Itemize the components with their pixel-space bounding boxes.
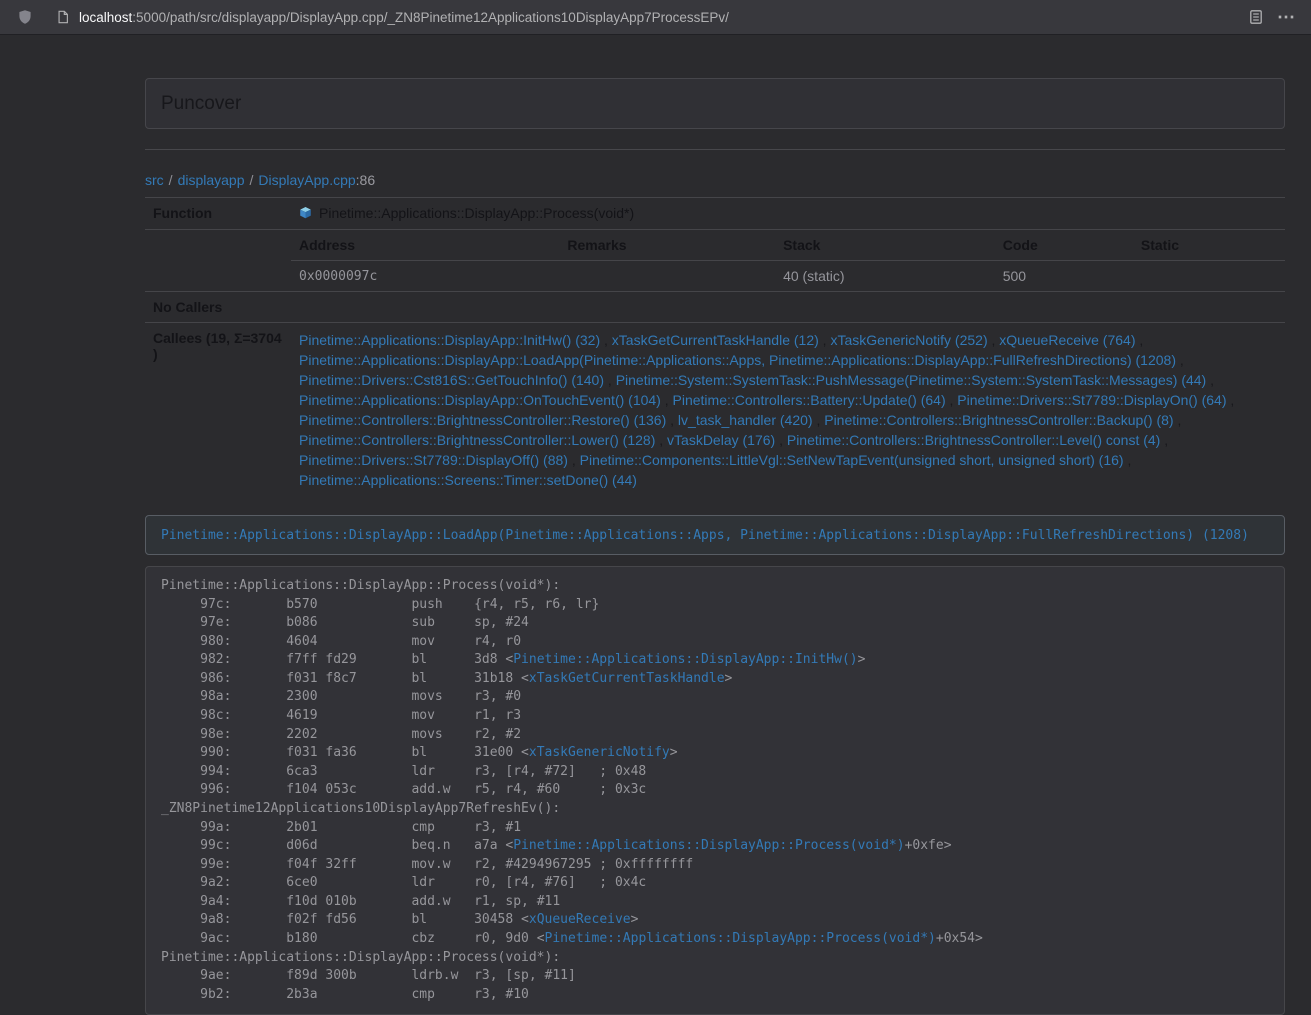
- code-symbol-link[interactable]: Pinetime::Applications::DisplayApp::Proc…: [513, 838, 904, 853]
- callee-separator: ,: [819, 332, 831, 348]
- callee-separator: ,: [813, 412, 825, 428]
- breadcrumb-file-link[interactable]: DisplayApp.cpp: [258, 172, 355, 188]
- callee-separator: ,: [666, 412, 678, 428]
- page-icon: [56, 10, 70, 24]
- reader-view-icon[interactable]: [1241, 3, 1271, 31]
- callee-link[interactable]: Pinetime::Controllers::BrightnessControl…: [824, 412, 1173, 428]
- browser-toolbar: localhost:5000/path/src/displayapp/Displ…: [0, 0, 1311, 35]
- function-label: Function: [145, 198, 291, 230]
- code-symbol-link[interactable]: Pinetime::Applications::DisplayApp::Init…: [513, 652, 857, 667]
- callees-list: Pinetime::Applications::DisplayApp::Init…: [299, 330, 1277, 490]
- function-row: Function Pinetime::Applications::Display…: [145, 198, 1285, 230]
- detail-value-row: 0x0000097c 40 (static) 500: [291, 261, 1285, 292]
- breadcrumb-separator-icon: /: [250, 172, 254, 188]
- callee-separator: ,: [1124, 452, 1132, 468]
- breadcrumb: src/displayapp/DisplayApp.cpp:86: [145, 172, 1285, 188]
- detail-header-row: Address Remarks Stack Code Static: [291, 230, 1285, 261]
- cell-remarks: [559, 261, 775, 292]
- tracking-protection-shield-icon[interactable]: [10, 3, 40, 31]
- callee-link[interactable]: Pinetime::Controllers::BrightnessControl…: [299, 412, 666, 428]
- code-symbol-link[interactable]: xTaskGetCurrentTaskHandle: [529, 671, 725, 686]
- callee-link[interactable]: Pinetime::Components::LittleVgl::SetNewT…: [580, 452, 1124, 468]
- column-header-remarks: Remarks: [559, 230, 775, 261]
- url-path: :5000/path/src/displayapp/DisplayApp.cpp…: [132, 10, 729, 25]
- callee-separator: ,: [946, 392, 958, 408]
- callee-link[interactable]: Pinetime::Drivers::St7789::DisplayOff() …: [299, 452, 568, 468]
- url-text: localhost:5000/path/src/displayapp/Displ…: [79, 10, 729, 25]
- more-menu-icon[interactable]: ⋯: [1271, 3, 1301, 31]
- breadcrumb-src-link[interactable]: src: [145, 172, 164, 188]
- symbol-detail-table: Address Remarks Stack Code Static 0x0000…: [291, 230, 1285, 291]
- callee-separator: ,: [775, 432, 787, 448]
- callee-separator: ,: [600, 332, 612, 348]
- callee-separator: ,: [1176, 352, 1184, 368]
- callee-link[interactable]: xTaskGenericNotify (252): [830, 332, 987, 348]
- symbol-detail-row: Address Remarks Stack Code Static 0x0000…: [145, 230, 1285, 292]
- callee-link[interactable]: xTaskGetCurrentTaskHandle (12): [612, 332, 819, 348]
- callers-row: No Callers: [145, 292, 1285, 323]
- callee-link[interactable]: Pinetime::Controllers::Battery::Update()…: [673, 392, 946, 408]
- callee-separator: ,: [661, 392, 673, 408]
- highlighted-callee: Pinetime::Applications::DisplayApp::Load…: [145, 515, 1285, 555]
- callee-link[interactable]: Pinetime::Controllers::BrightnessControl…: [299, 432, 655, 448]
- cell-code: 500: [995, 261, 1133, 292]
- callee-link[interactable]: Pinetime::Applications::DisplayApp::Load…: [299, 352, 1176, 368]
- line-number: :86: [356, 172, 375, 188]
- shield-icon: [17, 9, 33, 25]
- cell-static: [1133, 261, 1285, 292]
- callee-link[interactable]: vTaskDelay (176): [667, 432, 775, 448]
- symbol-table: Function Pinetime::Applications::Display…: [145, 197, 1285, 497]
- callee-link[interactable]: Pinetime::Controllers::BrightnessControl…: [787, 432, 1160, 448]
- url-bar[interactable]: localhost:5000/path/src/displayapp/Displ…: [48, 3, 1233, 31]
- callee-link[interactable]: Pinetime::Applications::DisplayApp::Init…: [299, 332, 600, 348]
- callee-separator: ,: [988, 332, 1000, 348]
- column-header-address: Address: [291, 230, 559, 261]
- url-host: localhost: [79, 10, 132, 25]
- callee-separator: ,: [1160, 432, 1168, 448]
- callee-link[interactable]: lv_task_handler (420): [678, 412, 813, 428]
- callee-separator: ,: [568, 452, 580, 468]
- callee-separator: ,: [1135, 332, 1143, 348]
- callee-separator: ,: [655, 432, 667, 448]
- column-header-stack: Stack: [775, 230, 995, 261]
- disassembly: Pinetime::Applications::DisplayApp::Proc…: [145, 566, 1285, 1015]
- callees-label: Callees (19, Σ=3704 ): [145, 323, 291, 498]
- callee-separator: ,: [1227, 392, 1235, 408]
- code-symbol-link[interactable]: xQueueReceive: [529, 912, 631, 927]
- callees-row: Callees (19, Σ=3704 ) Pinetime::Applicat…: [145, 323, 1285, 498]
- cell-stack: 40 (static): [775, 261, 995, 292]
- callee-link[interactable]: xQueueReceive (764): [999, 332, 1135, 348]
- callee-link[interactable]: Pinetime::Applications::DisplayApp::OnTo…: [299, 392, 661, 408]
- callee-link[interactable]: Pinetime::Drivers::Cst816S::GetTouchInfo…: [299, 372, 604, 388]
- column-header-code: Code: [995, 230, 1133, 261]
- cell-address: 0x0000097c: [291, 261, 559, 292]
- page-content: Puncover src/displayapp/DisplayApp.cpp:8…: [0, 35, 1311, 1015]
- callee-separator: ,: [1174, 412, 1182, 428]
- code-symbol-link[interactable]: xTaskGenericNotify: [529, 745, 670, 760]
- callee-separator: ,: [604, 372, 616, 388]
- callee-link[interactable]: Pinetime::Drivers::St7789::DisplayOn() (…: [957, 392, 1226, 408]
- function-name: Pinetime::Applications::DisplayApp::Proc…: [319, 205, 634, 221]
- column-header-static: Static: [1133, 230, 1285, 261]
- callee-link[interactable]: Pinetime::Applications::Screens::Timer::…: [299, 472, 637, 488]
- breadcrumb-displayapp-link[interactable]: displayapp: [178, 172, 245, 188]
- function-cube-icon: [299, 206, 312, 222]
- no-callers-label: No Callers: [145, 292, 291, 323]
- highlighted-callee-link[interactable]: Pinetime::Applications::DisplayApp::Load…: [161, 528, 1249, 543]
- divider: [145, 149, 1285, 150]
- code-symbol-link[interactable]: Pinetime::Applications::DisplayApp::Proc…: [545, 931, 936, 946]
- brand-link[interactable]: Puncover: [161, 93, 241, 115]
- breadcrumb-separator-icon: /: [169, 172, 173, 188]
- navbar: Puncover: [145, 78, 1285, 129]
- callee-link[interactable]: Pinetime::System::SystemTask::PushMessag…: [616, 372, 1207, 388]
- empty-row-label: [145, 230, 291, 292]
- callee-separator: ,: [1206, 372, 1214, 388]
